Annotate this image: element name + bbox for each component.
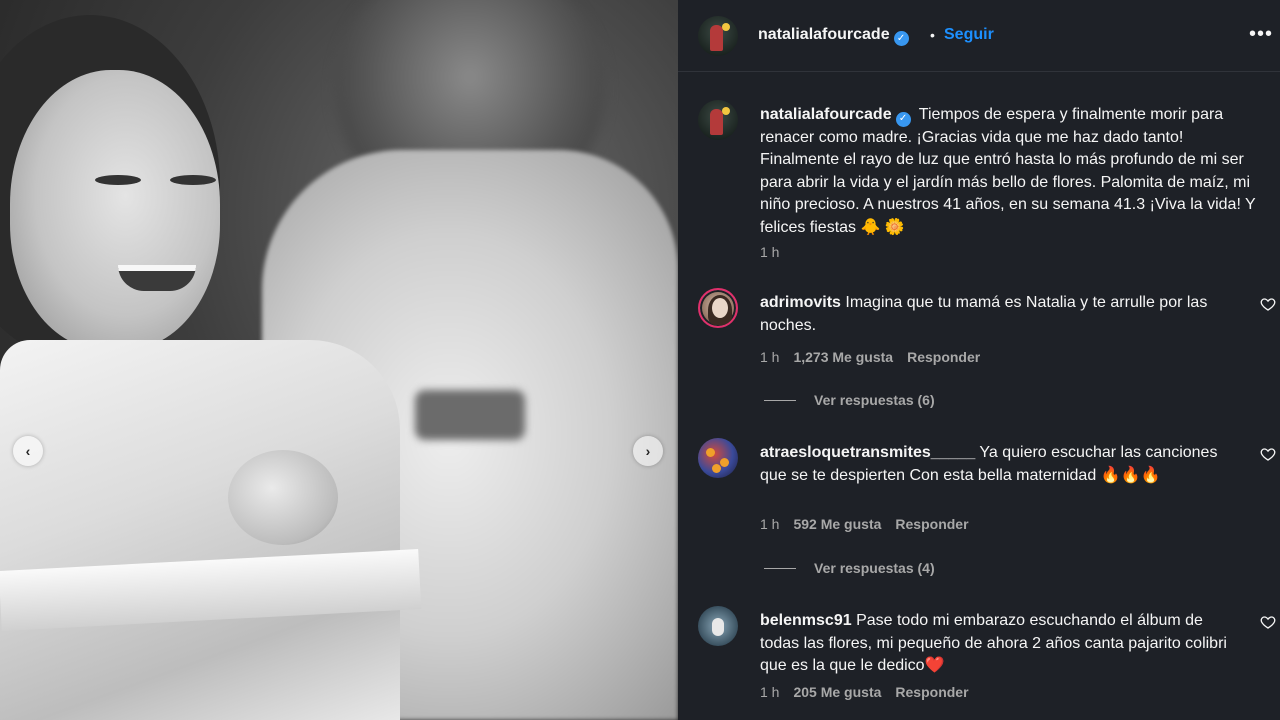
heart-outline-icon[interactable] bbox=[1260, 446, 1276, 462]
chevron-right-icon: › bbox=[645, 443, 651, 459]
reply-button[interactable]: Responder bbox=[907, 349, 980, 365]
divider-line bbox=[764, 567, 796, 569]
photo-baby bbox=[228, 450, 338, 545]
comment-meta: 1 h 205 Me gusta Responder bbox=[760, 684, 969, 700]
comment-body: belenmsc91 Pase todo mi embarazo escucha… bbox=[760, 610, 1240, 678]
avatar-pattern bbox=[706, 448, 715, 457]
comment-username[interactable]: atraesloquetransmites_____ bbox=[760, 444, 975, 461]
post-author-username[interactable]: natalialafourcade ✓ bbox=[758, 26, 909, 46]
verified-badge-icon: ✓ bbox=[895, 111, 911, 127]
avatar-flower bbox=[722, 23, 730, 31]
avatar-face bbox=[712, 298, 728, 318]
comment-likes[interactable]: 205 Me gusta bbox=[793, 684, 881, 700]
username-text: natalialafourcade bbox=[758, 26, 890, 43]
username-text: natalialafourcade bbox=[760, 106, 892, 123]
comment-meta: 1 h 1,273 Me gusta Responder bbox=[760, 349, 980, 365]
photo-eye bbox=[95, 175, 141, 185]
reply-button[interactable]: Responder bbox=[895, 684, 968, 700]
avatar-pattern bbox=[720, 458, 729, 467]
comment-likes[interactable]: 592 Me gusta bbox=[793, 516, 881, 532]
post-sidebar: natalialafourcade ✓ • Seguir ••• natalial… bbox=[678, 0, 1280, 720]
comment-username[interactable]: belenmsc91 bbox=[760, 612, 852, 629]
comment-body: atraesloquetransmites_____ Ya quiero esc… bbox=[760, 442, 1240, 487]
avatar[interactable] bbox=[698, 438, 738, 478]
caption-text: natalialafourcade ✓ Tiempos de espera y f… bbox=[760, 104, 1260, 239]
verified-badge-icon: ✓ bbox=[893, 31, 909, 46]
caption-timestamp[interactable]: 1 h bbox=[760, 244, 779, 260]
post-photo[interactable]: ‹ › bbox=[0, 0, 678, 720]
view-replies-label: Ver respuestas (4) bbox=[814, 560, 935, 576]
avatar[interactable] bbox=[698, 16, 738, 56]
photo-baby-sling bbox=[0, 340, 400, 720]
more-options-icon[interactable]: ••• bbox=[1249, 24, 1273, 44]
avatar-figure bbox=[710, 25, 723, 51]
avatar[interactable] bbox=[698, 288, 738, 328]
separator-dot: • bbox=[930, 27, 935, 43]
photo-woman-face bbox=[10, 70, 220, 350]
divider-line bbox=[764, 399, 796, 401]
comment-meta: 1 h 592 Me gusta Responder bbox=[760, 516, 969, 532]
caption-body: Tiempos de espera y finalmente morir par… bbox=[760, 106, 1256, 236]
post-header: natalialafourcade ✓ • Seguir ••• bbox=[678, 0, 1280, 72]
avatar-figure bbox=[710, 109, 723, 135]
photo-eye bbox=[170, 175, 216, 185]
chevron-left-icon: ‹ bbox=[25, 443, 31, 459]
avatar[interactable] bbox=[698, 606, 738, 646]
comment-username[interactable]: adrimovits bbox=[760, 294, 841, 311]
avatar-flower bbox=[722, 107, 730, 115]
avatar[interactable] bbox=[698, 100, 738, 140]
photo-shirt-print bbox=[415, 390, 525, 440]
comment-body: adrimovits Imagina que tu mamá es Natali… bbox=[760, 292, 1240, 337]
avatar-pattern bbox=[712, 464, 721, 473]
carousel-prev-button[interactable]: ‹ bbox=[13, 436, 43, 466]
avatar-figure bbox=[712, 618, 724, 636]
comment-timestamp[interactable]: 1 h bbox=[760, 516, 779, 532]
view-replies-button[interactable]: Ver respuestas (6) bbox=[764, 392, 935, 408]
view-replies-label: Ver respuestas (6) bbox=[814, 392, 935, 408]
follow-button[interactable]: Seguir bbox=[944, 26, 994, 44]
comment-likes[interactable]: 1,273 Me gusta bbox=[793, 349, 893, 365]
reply-button[interactable]: Responder bbox=[895, 516, 968, 532]
heart-outline-icon[interactable] bbox=[1260, 614, 1276, 630]
caption-username[interactable]: natalialafourcade ✓ bbox=[760, 106, 911, 127]
view-replies-button[interactable]: Ver respuestas (4) bbox=[764, 560, 935, 576]
carousel-next-button[interactable]: › bbox=[633, 436, 663, 466]
comment-timestamp[interactable]: 1 h bbox=[760, 684, 779, 700]
comment-timestamp[interactable]: 1 h bbox=[760, 349, 779, 365]
heart-outline-icon[interactable] bbox=[1260, 296, 1276, 312]
